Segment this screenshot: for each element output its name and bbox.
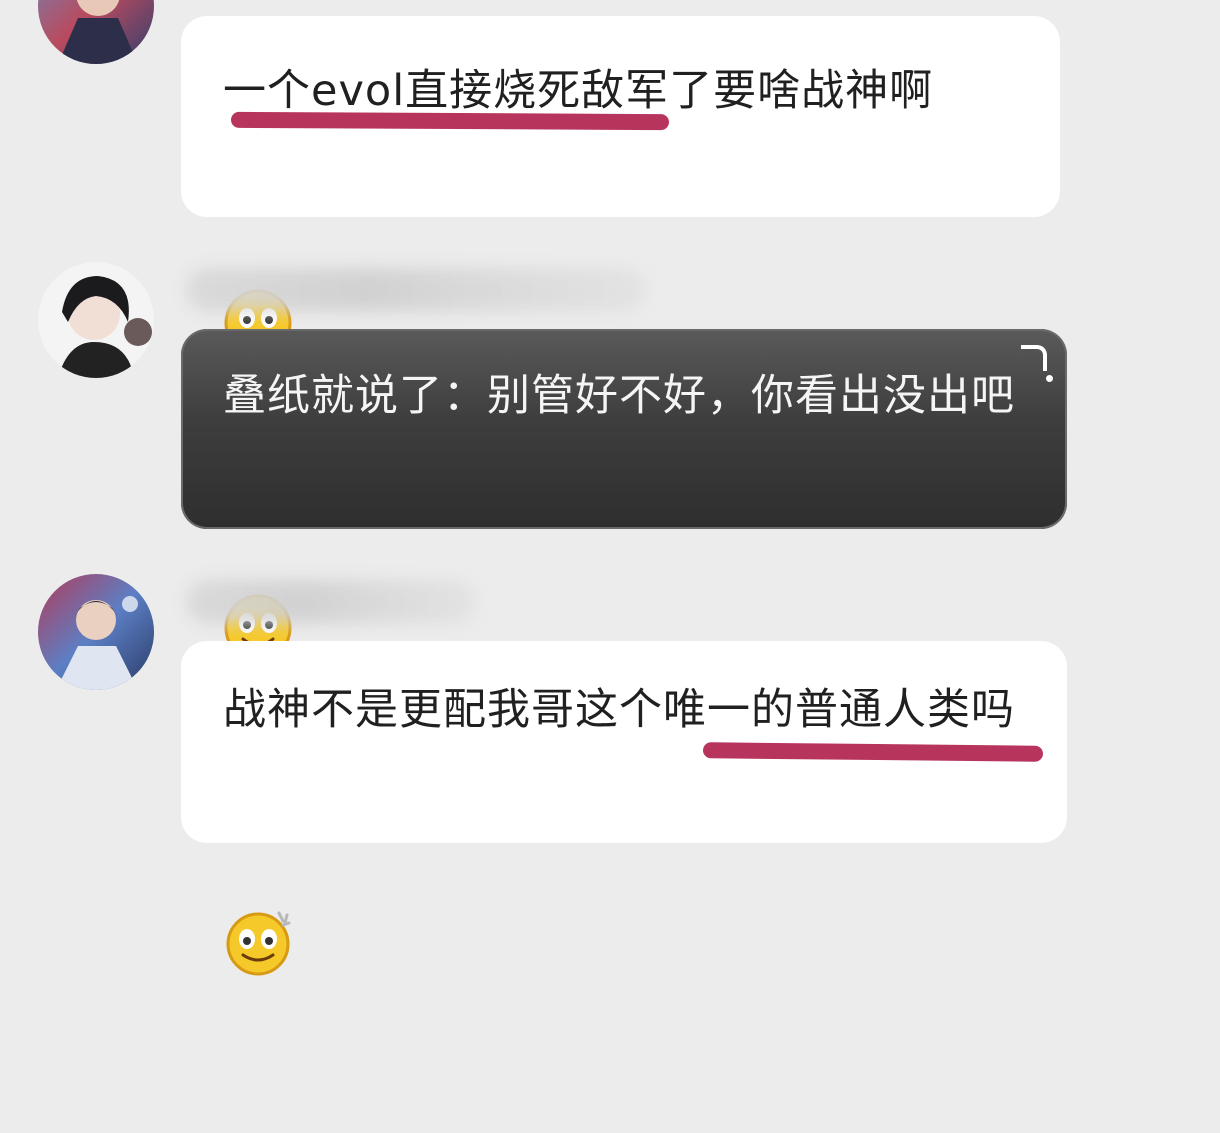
- bubble-corner-dot-icon: [1046, 375, 1053, 382]
- sender-name-blurred: [186, 580, 476, 624]
- message-text-2: 叠纸就说了：别管好不好，你看出没出吧: [223, 357, 1043, 661]
- avatar-message-2[interactable]: [38, 262, 154, 378]
- message-text-2-content: 叠纸就说了：别管好不好，你看出没出吧: [223, 371, 1015, 421]
- avatar-message-1[interactable]: [38, 0, 154, 64]
- message-bubble-3[interactable]: 战神不是更配我哥这个唯一的普通人类吗: [181, 641, 1067, 975]
- anime-character-avatar-icon: [38, 262, 154, 378]
- avatar-message-3[interactable]: [38, 574, 154, 690]
- message-text-1-content: 一个evol直接烧死敌军了要啥战神啊: [223, 66, 934, 116]
- message-text-3-content: 战神不是更配我哥这个唯一的普通人类吗: [223, 685, 1015, 735]
- message-text-1: 一个evol直接烧死敌军了要啥战神啊: [223, 52, 1043, 356]
- message-bubble-2[interactable]: 叠纸就说了：别管好不好，你看出没出吧: [181, 329, 1067, 661]
- anime-character-avatar-icon: [38, 0, 154, 64]
- highlight-underline-1: [230, 111, 670, 131]
- smiling-face-emoji-icon: [223, 751, 293, 975]
- anime-character-avatar-icon: [38, 574, 154, 690]
- sender-name-blurred: [186, 268, 646, 312]
- message-bubble-1[interactable]: 一个evol直接烧死敌军了要啥战神啊: [181, 16, 1060, 356]
- smiling-face-emoji-icon: [223, 437, 293, 661]
- smiling-face-emoji-icon: [223, 132, 293, 356]
